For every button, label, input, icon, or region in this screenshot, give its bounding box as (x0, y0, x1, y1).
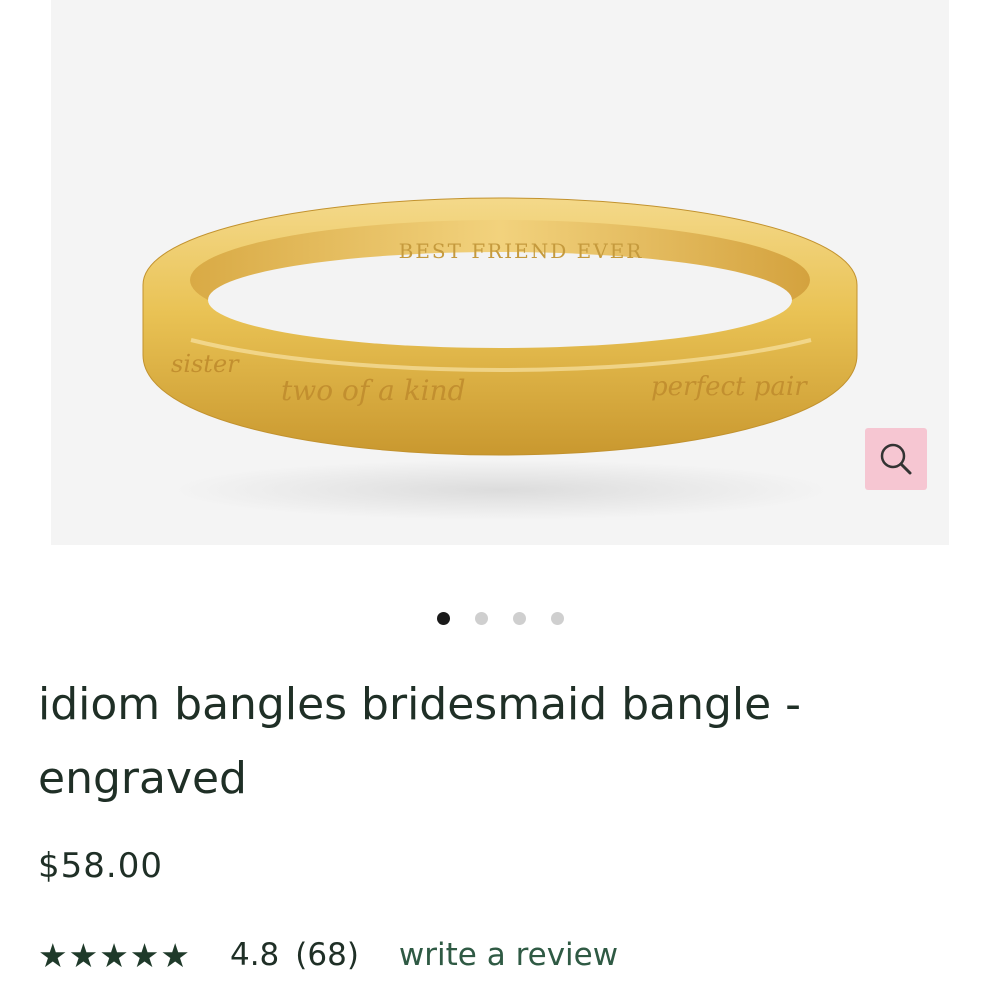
review-count: (68) (295, 937, 359, 973)
zoom-button[interactable] (865, 428, 927, 490)
star-icon: ★ (68, 935, 99, 975)
star-icon: ★ (160, 935, 190, 975)
inner-engraving-text: BEST FRIEND EVER (399, 239, 644, 263)
product-image[interactable]: BEST FRIEND EVER sister two of a kind pe… (51, 0, 949, 545)
rating-row: ★ ★ ★ ★ ★ 4.8 (68) write a review (38, 932, 618, 978)
carousel-dot[interactable] (550, 612, 564, 625)
carousel-dots (0, 612, 1000, 626)
write-review-link[interactable]: write a review (399, 937, 618, 973)
product-title: idiom bangles bridesmaid bangle - engrav… (38, 679, 802, 804)
star-rating: ★ ★ ★ ★ ★ (38, 939, 190, 972)
outer-engraving-1: sister (171, 350, 240, 378)
carousel-dot[interactable] (474, 612, 488, 625)
carousel-dot[interactable] (436, 612, 450, 625)
bangle-illustration: BEST FRIEND EVER sister two of a kind pe… (142, 197, 858, 520)
rating-value: 4.8 (229, 937, 280, 973)
star-icon: ★ (38, 935, 68, 975)
carousel-dot[interactable] (512, 612, 526, 625)
magnifier-icon (880, 443, 912, 475)
outer-engraving-2: two of a kind (281, 374, 466, 407)
outer-engraving-3: perfect pair (651, 372, 808, 402)
star-icon: ★ (129, 935, 160, 975)
star-icon: ★ (99, 935, 129, 975)
product-price: $58.00 (38, 846, 163, 886)
